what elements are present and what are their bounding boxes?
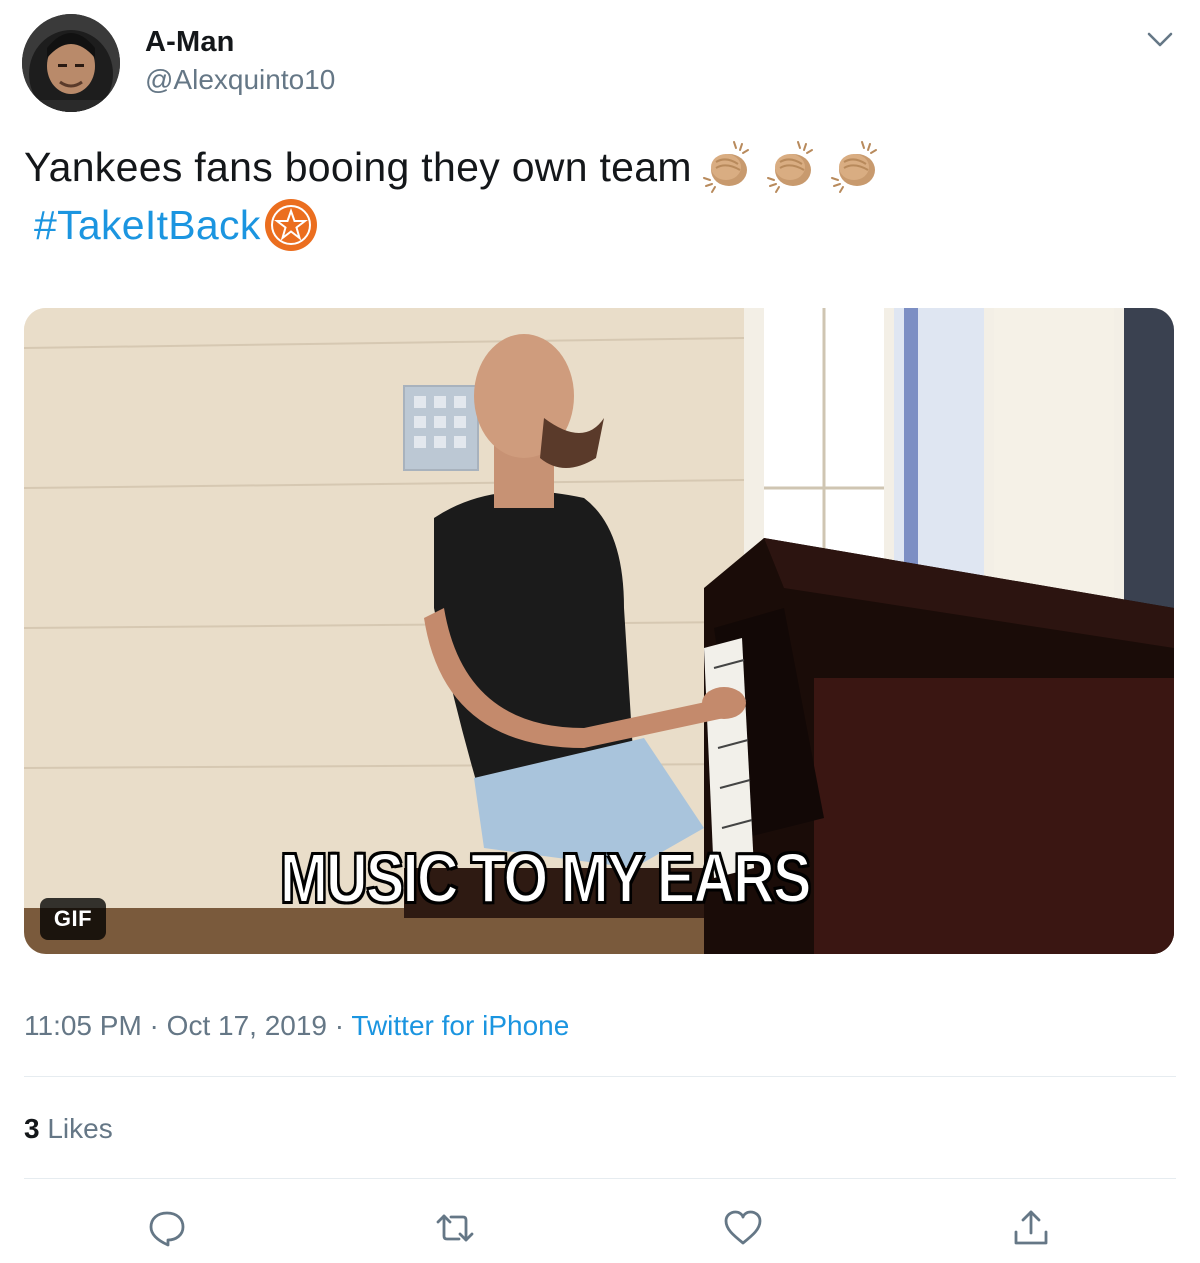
retweet-icon[interactable] [435, 1208, 475, 1248]
gif-caption: MUSIC TO MY EARS [279, 838, 812, 918]
avatar[interactable] [22, 14, 120, 112]
share-icon[interactable] [1011, 1208, 1051, 1248]
reply-icon[interactable] [147, 1208, 187, 1248]
meta-separator: · [327, 1010, 352, 1041]
like-icon[interactable] [723, 1208, 763, 1248]
tweet-text: Yankees fans booing they own team #TakeI… [24, 138, 1174, 254]
gif-badge: GIF [40, 898, 106, 940]
astros-logo-icon [263, 197, 319, 253]
display-name[interactable]: A-Man [145, 26, 235, 59]
likes-label: Likes [39, 1113, 113, 1144]
hashtag-link[interactable]: #TakeItBack [34, 196, 261, 254]
tweet-source-link[interactable]: Twitter for iPhone [351, 1010, 569, 1041]
chevron-down-icon[interactable] [1144, 26, 1176, 52]
tweet-body: Yankees fans booing they own team [24, 144, 692, 190]
tweet-meta: 11:05 PM · Oct 17, 2019 · Twitter for iP… [24, 1010, 569, 1042]
likes-count: 3 [24, 1113, 40, 1144]
divider [24, 1178, 1176, 1179]
gif-media[interactable]: MUSIC TO MY EARS GIF [24, 308, 1174, 954]
divider [24, 1076, 1176, 1077]
likes-stat[interactable]: 3 Likes [24, 1113, 113, 1145]
clapping-hands-icon [698, 138, 756, 196]
clapping-hands-icon [826, 138, 884, 196]
tweet-time[interactable]: 11:05 PM [24, 1010, 142, 1041]
user-handle[interactable]: @Alexquinto10 [145, 64, 335, 96]
clapping-hands-icon [762, 138, 820, 196]
meta-separator: · [141, 1010, 167, 1041]
tweet-date[interactable]: Oct 17, 2019 [167, 1010, 327, 1041]
